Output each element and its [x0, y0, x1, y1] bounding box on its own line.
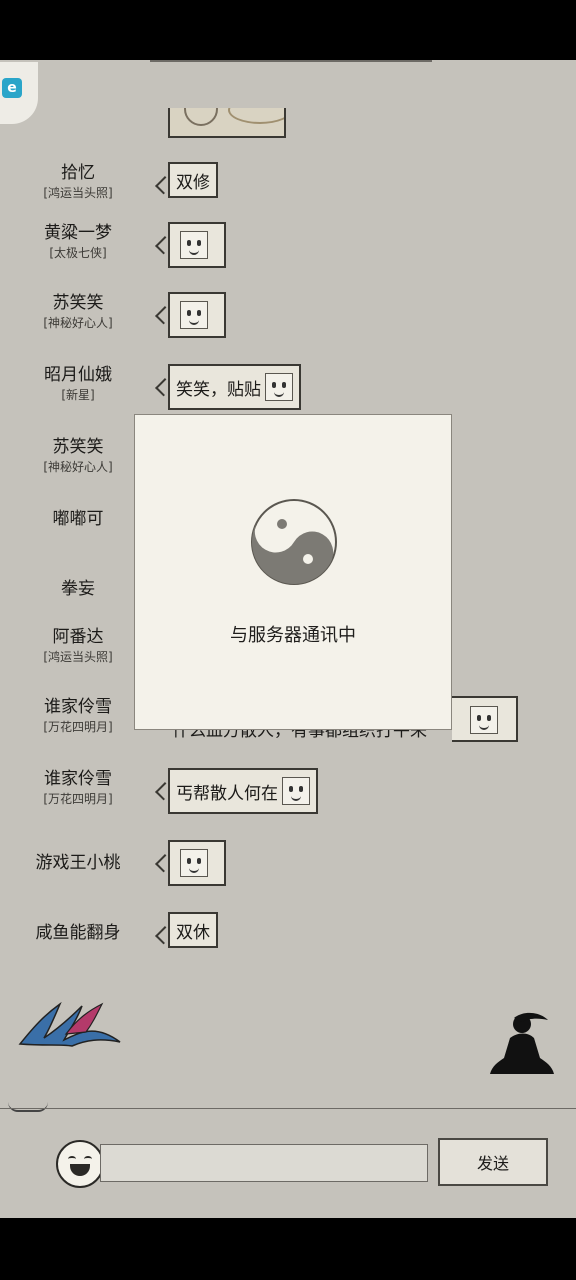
meditating-monk-icon	[490, 1012, 554, 1074]
sender-name[interactable]: 拳妄	[0, 574, 156, 599]
sender-name[interactable]: 苏笑笑	[0, 432, 156, 457]
chat-input-bar: 发送	[0, 1134, 576, 1198]
floor-divider	[0, 1108, 576, 1109]
sender-name[interactable]: 黄粱一梦	[0, 218, 156, 243]
sender-title: [万花四明月]	[43, 792, 113, 806]
message-bubble[interactable]: 双修	[168, 162, 218, 198]
chat-screen: e 拾忆 [鸿运当头照] 双修 黄粱一梦 [太极七侠] 苏笑笑 [神秘好心人] …	[0, 60, 576, 1218]
message-text: 丐帮散人何在	[176, 783, 278, 804]
send-button[interactable]: 发送	[438, 1138, 548, 1186]
floating-app-badge[interactable]: e	[0, 62, 38, 124]
sender-title: [神秘好心人]	[43, 460, 113, 474]
emoji-button[interactable]	[56, 1140, 104, 1188]
sender-title: [太极七侠]	[49, 246, 107, 260]
message-text: 双休	[176, 922, 210, 943]
sender-name[interactable]: 拾忆	[0, 158, 156, 183]
sender-title: [新星]	[61, 388, 95, 402]
smiley-sticker-icon	[180, 231, 208, 259]
ink-stroke	[8, 1102, 48, 1112]
sender-title: [神秘好心人]	[43, 316, 113, 330]
message-bubble[interactable]: 丐帮散人何在	[168, 768, 318, 814]
sender-name[interactable]: 嘟嘟可	[0, 504, 156, 529]
smiley-sticker-icon	[265, 373, 293, 401]
message-text: 双修	[176, 172, 210, 193]
sender-title: [万花四明月]	[43, 720, 113, 734]
game-logo-icon	[18, 1001, 121, 1047]
top-divider	[150, 60, 432, 62]
message-bubble[interactable]: 双休	[168, 912, 218, 948]
smiley-sticker-icon	[470, 706, 498, 734]
connecting-dialog: 与服务器通讯中	[134, 414, 452, 730]
sender-title: [鸿运当头照]	[43, 186, 113, 200]
message-input[interactable]	[100, 1144, 428, 1182]
app-icon: e	[2, 78, 22, 98]
message-bubble[interactable]	[168, 292, 226, 338]
message-bubble[interactable]	[168, 222, 226, 268]
clipped-image-bubble	[168, 108, 286, 138]
sender-name[interactable]: 阿番达	[0, 622, 156, 647]
message-bubble[interactable]: 笑笑，贴贴	[168, 364, 301, 410]
sender-name[interactable]: 谁家伶雪	[0, 692, 156, 717]
message-text: 笑笑，贴贴	[176, 379, 261, 400]
message-bubble[interactable]	[168, 840, 226, 886]
connecting-message: 与服务器通讯中	[230, 625, 356, 646]
sender-title: [鸿运当头照]	[43, 650, 113, 664]
smiley-sticker-icon	[282, 777, 310, 805]
sender-name[interactable]: 苏笑笑	[0, 288, 156, 313]
sender-name[interactable]: 游戏王小桃	[0, 848, 156, 873]
smiley-sticker-icon	[180, 301, 208, 329]
sender-name[interactable]: 咸鱼能翻身	[0, 918, 156, 943]
sender-name[interactable]: 谁家伶雪	[0, 764, 156, 789]
yin-yang-icon	[251, 499, 337, 585]
smiley-sticker-icon	[180, 849, 208, 877]
partial-message-bubble[interactable]	[452, 696, 518, 742]
sender-name[interactable]: 昭月仙娥	[0, 360, 156, 385]
